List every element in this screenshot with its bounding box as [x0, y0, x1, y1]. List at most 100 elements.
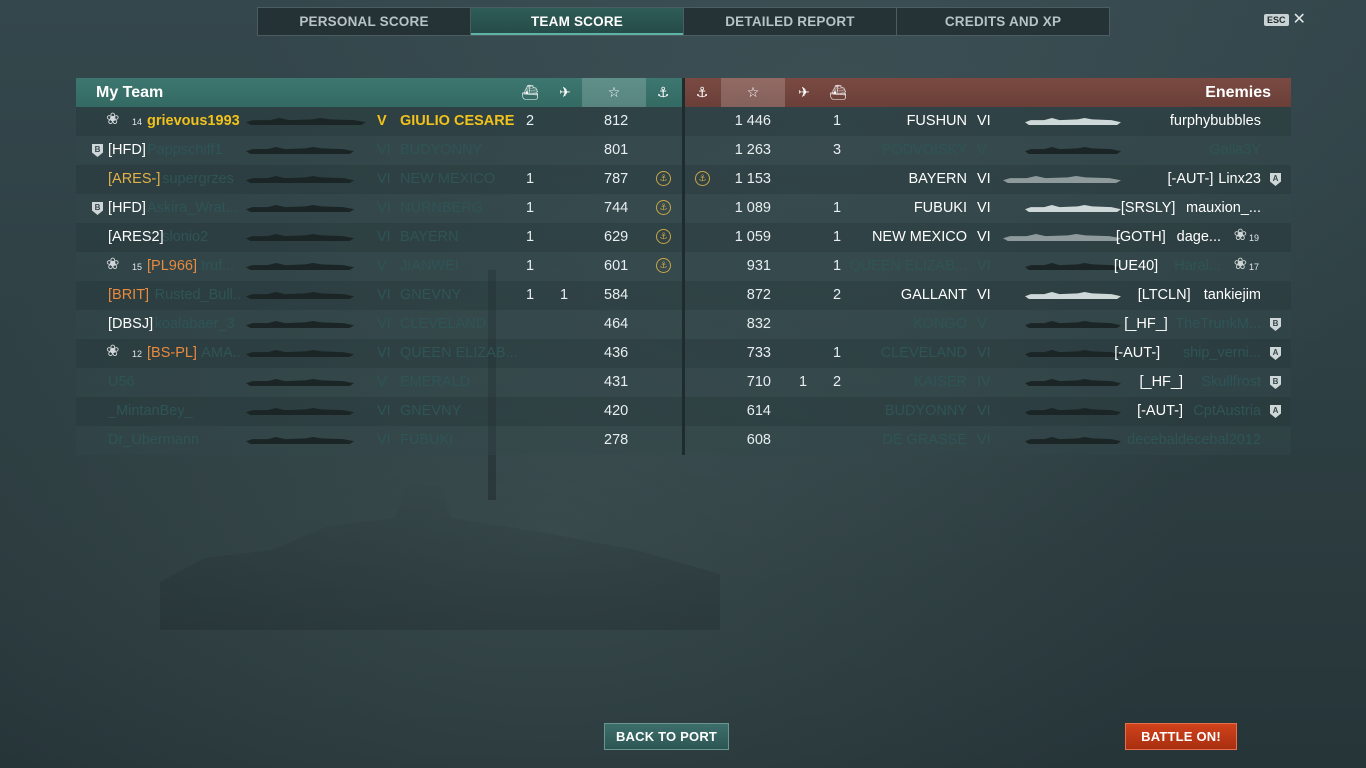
ship-name: FUBUKI — [913, 200, 967, 216]
ship-tier: VI — [977, 171, 991, 187]
table-row[interactable]: B [HFD] Askira_Wrat... VI NÜRNBERG 1 744 ⚓ — [76, 194, 682, 223]
player-name[interactable]: furphybubbles — [1170, 113, 1261, 129]
ship-tier: VI — [377, 345, 391, 361]
tab-team-score[interactable]: TEAM SCORE — [471, 8, 684, 35]
score-value: 787 — [604, 171, 629, 187]
ships-destroyed-icon[interactable]: ⛴ — [821, 78, 855, 107]
table-row[interactable]: 733 1 CLEVELAND VI ship_verni... [-AUT-] A — [685, 339, 1291, 368]
table-row[interactable]: B [HFD] Pappschiff1 VI BUDYONNY 801 — [76, 136, 682, 165]
table-row[interactable]: 1 059 1 NEW MEXICO VI dage... [GOTH] ❀ 19 — [685, 223, 1291, 252]
clan-tag: [HFD] — [108, 200, 146, 216]
table-row[interactable]: 832 KONGO V TheTrunkM... [_HF_] B — [685, 310, 1291, 339]
table-row[interactable]: _MintanBey_ VI GNEVNY 420 — [76, 397, 682, 426]
ship-name: NÜRNBERG — [400, 200, 483, 216]
table-row[interactable]: [DBSJ] koalabaer_3 VI CLEVELAND 464 — [76, 310, 682, 339]
table-row[interactable]: 1 263 3 PODVOISKY V Galla3Y — [685, 136, 1291, 165]
background-ship — [160, 486, 720, 630]
player-name[interactable]: Haral... — [1174, 258, 1221, 274]
player-name[interactable]: mauxion_... — [1186, 200, 1261, 216]
ship-silhouette — [246, 147, 354, 154]
table-row[interactable]: 1 446 1 FUSHUN VI furphybubbles — [685, 107, 1291, 136]
table-row[interactable]: 1 089 1 FUBUKI VI mauxion_... [SRSLY] — [685, 194, 1291, 223]
ships-destroyed-icon[interactable]: ⛴ — [513, 78, 547, 107]
player-name[interactable]: ship_verni... — [1183, 345, 1261, 361]
my-team-rows: ❀ 14 grievous1993 V GIULIO CESARE 2 812 B [HFD] P… — [76, 107, 682, 455]
player-name[interactable]: _MintanBey_ — [108, 403, 193, 419]
planes-destroyed-icon[interactable]: ✈ — [787, 78, 821, 107]
player-name[interactable]: koalabaer_3 — [155, 316, 235, 332]
back-to-port-button[interactable]: BACK TO PORT — [604, 723, 729, 750]
battle-on-button[interactable]: BATTLE ON! — [1125, 723, 1237, 750]
player-name[interactable]: supergrzes — [162, 171, 234, 187]
table-row[interactable]: ⚓ 1 153 BAYERN VI Linx23 [-AUT-] A — [685, 165, 1291, 194]
ships-destroyed-count: 1 — [833, 258, 842, 274]
ships-destroyed-count: 2 — [833, 287, 842, 303]
ship-silhouette — [246, 234, 354, 241]
score-value: 1 089 — [734, 200, 771, 216]
player-name[interactable]: tankiejim — [1204, 287, 1261, 303]
tab-detailed-report[interactable]: DETAILED REPORT — [684, 8, 897, 35]
ship-tier: VI — [377, 316, 391, 332]
tab-personal-score[interactable]: PERSONAL SCORE — [258, 8, 471, 35]
ships-destroyed-count: 2 — [833, 374, 842, 390]
score-star-icon[interactable]: ☆ — [721, 78, 785, 107]
ships-destroyed-count: 1 — [526, 171, 535, 187]
close-control[interactable]: ESC ✕ — [1264, 12, 1306, 28]
player-name[interactable]: Skullfrost — [1201, 374, 1261, 390]
score-value: 278 — [604, 432, 629, 448]
table-row[interactable]: 614 BUDYONNY VI CptAustria [-AUT-] A — [685, 397, 1291, 426]
player-name[interactable]: TheTrunkM... — [1175, 316, 1261, 332]
clan-tag: [-AUT-] — [1114, 345, 1161, 361]
score-value: 832 — [746, 316, 771, 332]
ship-tier: VI — [977, 287, 991, 303]
table-row[interactable]: [BRIT] Rusted_Bull... VI GNEVNY 1 1 584 — [76, 281, 682, 310]
score-star-icon[interactable]: ☆ — [582, 78, 646, 107]
player-name[interactable]: slonio2 — [162, 229, 208, 245]
achievement-icon[interactable]: ⚓ — [646, 78, 680, 107]
ship-name: JIANWEI — [400, 258, 459, 274]
table-row[interactable]: 608 DE GRASSE VI decebaldecebal2012 — [685, 426, 1291, 455]
rank-number: 12 — [132, 349, 143, 359]
player-name[interactable]: truf... — [201, 258, 234, 274]
table-row[interactable]: 931 1 QUEEN ELIZAB... VI Haral... [UE40] ❀ 17 — [685, 252, 1291, 281]
rank-number: 19 — [1248, 233, 1259, 243]
player-name[interactable]: grievous1993 — [147, 113, 240, 129]
player-name[interactable]: decebaldecebal2012 — [1127, 432, 1261, 448]
ships-destroyed-count: 1 — [833, 200, 842, 216]
tab-credits-and-xp[interactable]: CREDITS AND XP — [897, 8, 1109, 35]
player-name[interactable]: U56 — [108, 374, 135, 390]
player-name[interactable]: Linx23 — [1218, 171, 1261, 187]
clan-badge-icon: A — [1270, 347, 1281, 360]
tab-bar: PERSONAL SCORE TEAM SCORE DETAILED REPOR… — [257, 7, 1110, 36]
table-row[interactable]: [ARES2] slonio2 VI BAYERN 1 629 ⚓ — [76, 223, 682, 252]
table-row[interactable]: 872 2 GALLANT VI tankiejim [LTCLN] — [685, 281, 1291, 310]
player-name[interactable]: dage... — [1177, 229, 1221, 245]
player-name[interactable]: Galla3Y — [1209, 142, 1261, 158]
close-icon[interactable]: ✕ — [1293, 12, 1306, 28]
clan-badge-icon: B — [92, 202, 103, 215]
ship-tier: V — [977, 142, 987, 158]
table-row[interactable]: [ARES-] supergrzes VI NEW MEXICO 1 787 ⚓ — [76, 165, 682, 194]
player-name[interactable]: Askira_Wrat... — [147, 200, 238, 216]
score-value: 436 — [604, 345, 629, 361]
player-name[interactable]: Pappschiff1 — [147, 142, 223, 158]
player-name[interactable]: AMA... — [201, 345, 241, 361]
table-row[interactable]: U56 V EMERALD 431 — [76, 368, 682, 397]
rank-badge: ❀ — [106, 111, 120, 128]
achievement-icon[interactable]: ⚓ — [685, 78, 719, 107]
player-name[interactable]: Dr_Ubermann — [108, 432, 199, 448]
player-name[interactable]: CptAustria — [1193, 403, 1261, 419]
table-row[interactable]: ❀ 12 [BS-PL] AMA... VI QUEEN ELIZAB... 436 — [76, 339, 682, 368]
table-row[interactable]: 710 1 2 KAISER IV Skullfrost [_HF_] B — [685, 368, 1291, 397]
my-team-header: My Team ⛴ ✈ ☆ ⚓ — [76, 78, 682, 107]
ships-destroyed-count: 1 — [526, 229, 535, 245]
player-name[interactable]: Rusted_Bull... — [155, 287, 241, 303]
table-row[interactable]: ❀ 15 [PL966] truf... V JIANWEI 1 601 ⚓ — [76, 252, 682, 281]
ship-tier: VI — [977, 113, 991, 129]
ship-silhouette — [246, 408, 354, 415]
enemies-header: ⚓ ☆ ✈ ⛴ Enemies — [685, 78, 1291, 107]
table-row[interactable]: ❀ 14 grievous1993 V GIULIO CESARE 2 812 — [76, 107, 682, 136]
planes-destroyed-icon[interactable]: ✈ — [548, 78, 582, 107]
table-row[interactable]: Dr_Ubermann VI FUBUKI 278 — [76, 426, 682, 455]
ship-tier: V — [377, 113, 387, 129]
